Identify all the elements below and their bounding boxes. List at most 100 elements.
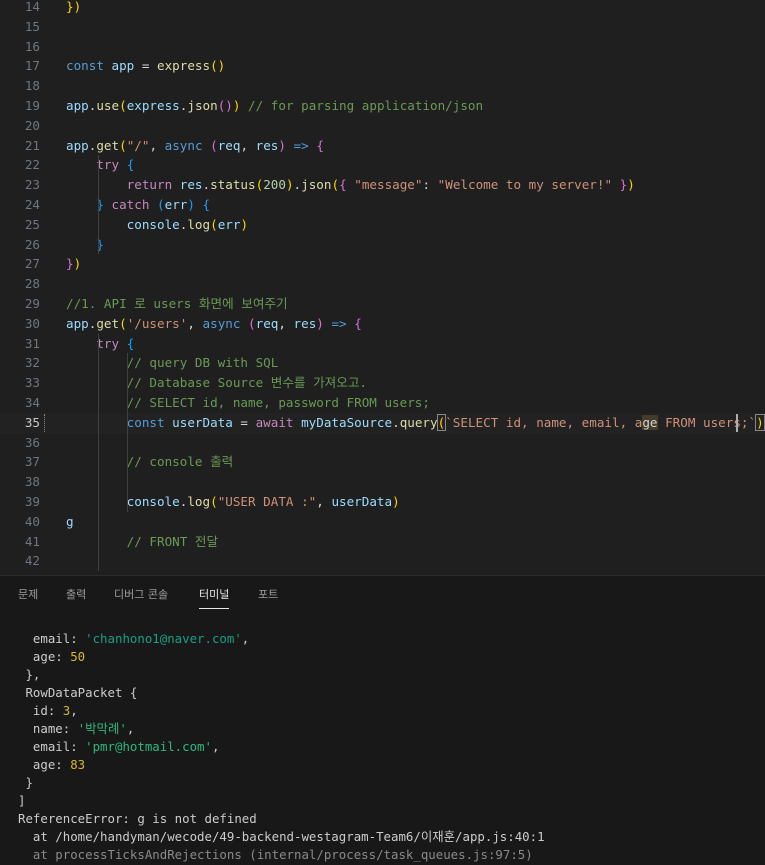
- code-line-29[interactable]: 29 //1. API 로 users 화면에 보여주기: [0, 294, 765, 314]
- code-line-22[interactable]: 22 try {: [0, 155, 765, 175]
- code-token: status: [210, 177, 256, 193]
- terminal-line: age: 83: [18, 756, 85, 774]
- code-token: get: [96, 137, 120, 153]
- terminal-text: }: [18, 775, 33, 790]
- text-cursor: [736, 414, 738, 432]
- code-token: 200: [263, 177, 286, 193]
- code-token: (: [210, 494, 218, 509]
- code-token: "/": [126, 137, 150, 153]
- code-editor[interactable]: 14}) 15 16 17 const app = express() 18 19 app.u…: [0, 0, 765, 575]
- terminal-text: ,: [241, 631, 250, 646]
- code-line-27[interactable]: 27}): [0, 254, 765, 274]
- line-number: 20: [24, 117, 40, 133]
- code-token: log: [187, 494, 211, 509]
- line-change-marker: [44, 414, 47, 432]
- code-token: err: [217, 216, 241, 232]
- code-line-39[interactable]: 39 console.log("USER DATA :", userData): [0, 492, 765, 512]
- code-line-25[interactable]: 25 console.log(err): [0, 215, 765, 235]
- tab-debug-console[interactable]: 디버그 콘솔: [114, 586, 168, 608]
- code-text: app.get('/users', async (req, res) => {: [66, 314, 362, 334]
- line-number: 28: [24, 276, 40, 292]
- code-token: :: [422, 177, 438, 193]
- code-token: ): [285, 177, 294, 193]
- line-number: 16: [24, 38, 40, 54]
- indent-guide: [98, 155, 99, 255]
- code-token: ,: [187, 315, 203, 331]
- line-number: 22: [24, 157, 40, 173]
- tab-output[interactable]: 출력: [66, 586, 86, 608]
- code-token: // FRONT 전달: [126, 533, 219, 549]
- code-line-33[interactable]: 33 // Database Source 변수를 가져오고.: [0, 373, 765, 393]
- code-token: json: [187, 98, 218, 113]
- code-line-35[interactable]: 35 const userData = await myDataSource.q…: [0, 412, 765, 433]
- code-token: "Welcome to my server!": [437, 177, 613, 193]
- code-token: req: [255, 315, 279, 331]
- code-token: ): [278, 137, 286, 153]
- line-number: 17: [24, 58, 40, 74]
- code-token: {: [316, 137, 324, 153]
- code-line-24[interactable]: 24 } catch (err) {: [0, 195, 765, 215]
- code-token: // SELECT id, name, password FROM users;: [126, 395, 430, 410]
- code-token: (: [331, 177, 340, 193]
- line-number: 25: [24, 216, 40, 232]
- code-token: catch: [103, 197, 158, 212]
- terminal-text: id:: [18, 703, 63, 718]
- code-line-14[interactable]: 14}): [0, 0, 765, 17]
- terminal-line: id: 3,: [18, 702, 78, 720]
- code-line-42[interactable]: 42: [0, 551, 765, 571]
- code-text: app.use(express.json()) // for parsing a…: [66, 96, 483, 116]
- tab-terminal[interactable]: 터미널: [199, 586, 230, 609]
- code-line-32[interactable]: 32 // query DB with SQL: [0, 353, 765, 373]
- code-token: const: [126, 414, 173, 430]
- code-text: }): [66, 254, 81, 274]
- code-line-17[interactable]: 17 const app = express(): [0, 56, 765, 76]
- code-token: log: [187, 216, 211, 232]
- code-token: (): [210, 58, 226, 74]
- code-line-30[interactable]: 30 app.get('/users', async (req, res) => …: [0, 314, 765, 334]
- terminal-text: 83: [70, 757, 86, 772]
- terminal-line: RowDataPacket {: [18, 684, 137, 702]
- code-line-26[interactable]: 26 }: [0, 235, 765, 255]
- code-token: =>: [285, 137, 317, 153]
- code-line-28[interactable]: 28: [0, 274, 765, 294]
- line-number: 31: [24, 335, 40, 351]
- code-text: // FRONT 전달: [66, 532, 218, 552]
- bottom-panel: 문제 출력 디버그 콘솔 터미널 포트 email: 'chanhono1@na…: [0, 575, 765, 865]
- tab-problems[interactable]: 문제: [18, 586, 38, 608]
- code-line-18[interactable]: 18: [0, 76, 765, 96]
- code-line-37[interactable]: 37 // console 출력: [0, 452, 765, 472]
- code-token: (): [217, 98, 233, 113]
- code-line-19[interactable]: 19 app.use(express.json()) // for parsing…: [0, 96, 765, 116]
- code-token: (: [119, 137, 127, 153]
- code-line-31[interactable]: 31 try {: [0, 334, 765, 354]
- code-line-15[interactable]: 15: [0, 17, 765, 37]
- code-text: app.get("/", async (req, res) => {: [66, 136, 324, 156]
- code-line-34[interactable]: 34 // SELECT id, name, password FROM use…: [0, 393, 765, 413]
- code-token: {: [126, 157, 135, 173]
- line-number: 19: [24, 98, 40, 113]
- code-line-21[interactable]: 21 app.get("/", async (req, res) => {: [0, 136, 765, 156]
- terminal-line: name: '박막례',: [18, 720, 134, 738]
- code-line-20[interactable]: 20: [0, 116, 765, 136]
- code-token: (: [210, 216, 218, 232]
- code-token: res: [179, 177, 203, 193]
- terminal-text: ReferenceError: g is not defined: [18, 811, 257, 826]
- code-token: ,: [240, 137, 256, 153]
- code-line-41[interactable]: 41 // FRONT 전달: [0, 532, 765, 552]
- terminal-text: 50: [70, 649, 86, 664]
- code-line-23[interactable]: 23 return res.status(200).json({ "messag…: [0, 175, 765, 195]
- code-line-16[interactable]: 16: [0, 37, 765, 57]
- code-token: =>: [323, 315, 355, 331]
- code-token: (: [119, 98, 127, 113]
- code-token: try: [96, 335, 127, 351]
- code-line-36[interactable]: 36: [0, 433, 765, 453]
- code-line-40[interactable]: 40 g: [0, 512, 765, 532]
- terminal-text: at /home/handyman/wecode/49-backend-west…: [18, 829, 545, 844]
- code-token: (: [119, 315, 127, 331]
- terminal-text: age:: [18, 649, 71, 664]
- code-line-38[interactable]: 38: [0, 472, 765, 492]
- code-token: ): [240, 216, 249, 232]
- tab-ports[interactable]: 포트: [258, 586, 278, 608]
